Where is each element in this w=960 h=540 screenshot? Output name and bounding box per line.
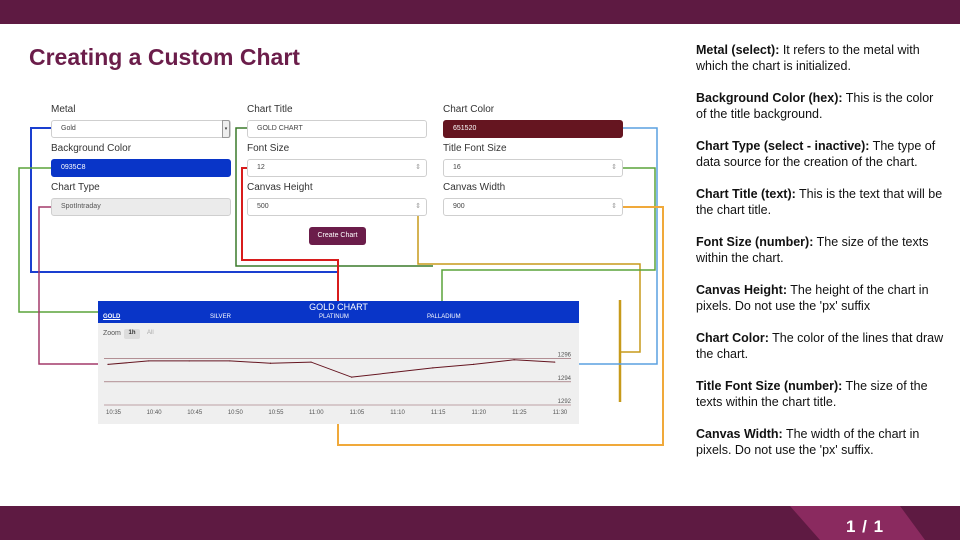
x-tick-label: 11:00 [309, 410, 324, 416]
font-size-label: Font Size [247, 143, 290, 154]
data-point [229, 360, 231, 362]
spinner-icon[interactable]: ⇕ [415, 163, 421, 171]
metal-label: Metal [51, 104, 76, 115]
field-note: Chart Title (text): This is the text tha… [696, 186, 946, 218]
background-color-label: Background Color [51, 143, 132, 154]
data-point [148, 360, 150, 362]
font-size-input[interactable]: 12 ⇕ [247, 159, 427, 177]
chart-type-label: Chart Type [51, 182, 100, 193]
field-note-term: Chart Title (text): [696, 187, 796, 201]
spinner-icon[interactable]: ⇕ [611, 202, 617, 210]
y-tick-label: 1296 [558, 353, 572, 359]
spinner-icon[interactable]: ⇕ [611, 163, 617, 171]
y-tick-label: 1294 [558, 376, 572, 382]
chart-color-input[interactable]: 651520 [443, 120, 623, 138]
background-color-input[interactable]: 0935C8 [51, 159, 231, 177]
canvas-height-input[interactable]: 500 ⇕ [247, 198, 427, 216]
title-font-size-value: 16 [453, 164, 461, 171]
field-explanations: Metal (select): It refers to the metal w… [696, 42, 946, 474]
data-point [351, 376, 353, 378]
x-tick-label: 10:40 [147, 410, 163, 416]
field-note-term: Canvas Width: [696, 427, 783, 441]
chart-color-value: 651520 [453, 125, 477, 132]
x-tick-label: 10:50 [228, 410, 244, 416]
field-note-term: Font Size (number): [696, 235, 814, 249]
chart-color-label: Chart Color [443, 104, 495, 115]
chart-type-select: SpotIntraday [51, 198, 231, 216]
font-size-value: 12 [257, 164, 265, 171]
title-font-size-input[interactable]: 16 ⇕ [443, 159, 623, 177]
data-point [107, 363, 109, 365]
field-note-term: Canvas Height: [696, 283, 787, 297]
canvas-width-value: 900 [453, 203, 465, 210]
data-point [188, 360, 190, 362]
canvas-width-input[interactable]: 900 ⇕ [443, 198, 623, 216]
field-note: Canvas Height: The height of the chart i… [696, 282, 946, 314]
data-point [310, 361, 312, 363]
data-point [554, 361, 556, 363]
x-tick-label: 11:05 [350, 410, 365, 416]
data-point [269, 362, 272, 364]
field-note-term: Chart Type (select - inactive): [696, 139, 870, 153]
x-tick-label: 11:10 [390, 410, 405, 416]
metal-value: Gold [61, 125, 76, 132]
x-tick-label: 10:45 [187, 410, 203, 416]
field-note-term: Title Font Size (number): [696, 379, 843, 393]
field-note-term: Background Color (hex): [696, 91, 843, 105]
y-tick-label: 1292 [558, 399, 572, 405]
dropdown-arrow-icon[interactable]: ▾ [222, 120, 230, 138]
field-note: Chart Color: The color of the lines that… [696, 330, 946, 362]
data-point [432, 367, 434, 369]
field-note: Canvas Width: The width of the chart in … [696, 426, 946, 458]
title-font-size-label: Title Font Size [443, 143, 507, 154]
x-tick-label: 10:55 [268, 410, 284, 416]
chart-title-input[interactable]: GOLD CHART [247, 120, 427, 138]
chart-title-value: GOLD CHART [257, 125, 303, 132]
x-tick-label: 10:35 [106, 410, 122, 416]
field-note-term: Metal (select): [696, 43, 780, 57]
field-note: Chart Type (select - inactive): The type… [696, 138, 946, 170]
data-point [391, 371, 393, 374]
metal-select[interactable]: Gold ▾ [51, 120, 231, 138]
background-color-value: 0935C8 [61, 164, 86, 171]
x-tick-label: 11:20 [471, 410, 486, 416]
canvas-height-label: Canvas Height [247, 182, 313, 193]
field-note: Metal (select): It refers to the metal w… [696, 42, 946, 74]
field-note: Font Size (number): The size of the text… [696, 234, 946, 266]
create-chart-button[interactable]: Create Chart [309, 227, 366, 245]
data-point [472, 363, 475, 365]
data-point [513, 359, 515, 361]
chart-title-label: Chart Title [247, 104, 293, 115]
canvas-height-value: 500 [257, 203, 269, 210]
field-note-term: Chart Color: [696, 331, 769, 345]
x-tick-label: 11:30 [553, 410, 568, 416]
field-note: Background Color (hex): This is the colo… [696, 90, 946, 122]
chart-plot: 1296 1294 1292 10:35 10:40 10:45 10:50 10:55 11:… [104, 353, 572, 416]
x-tick-label: 11:25 [512, 410, 527, 416]
chart-type-value: SpotIntraday [61, 203, 101, 210]
spinner-icon[interactable]: ⇕ [415, 202, 421, 210]
x-tick-label: 11:15 [431, 410, 446, 416]
field-note: Title Font Size (number): The size of th… [696, 378, 946, 410]
chart-preview: GOLD CHART GOLD SILVER PLATINUM PALLADIU… [98, 301, 579, 424]
page-number: 1 / 1 [846, 517, 885, 536]
series-line [107, 359, 555, 378]
canvas-width-label: Canvas Width [443, 182, 506, 193]
